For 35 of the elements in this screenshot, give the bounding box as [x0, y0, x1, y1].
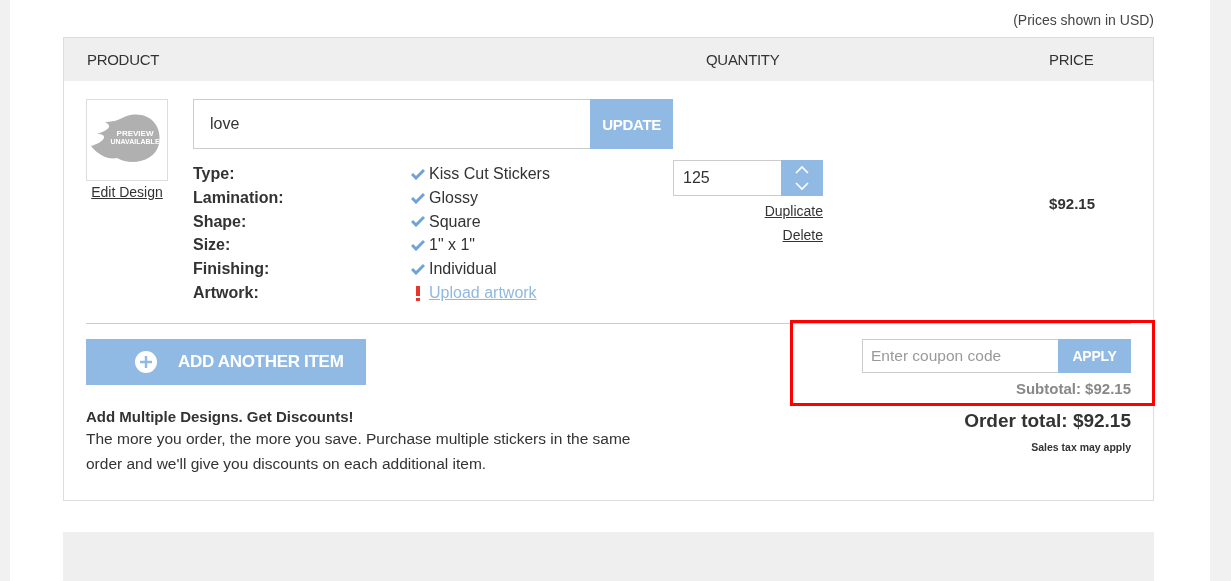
item-price: $92.15	[1048, 194, 1096, 214]
option-value: Glossy	[429, 187, 478, 208]
check-icon	[411, 167, 425, 180]
quantity-field[interactable]: 125	[673, 160, 781, 196]
subtotal: Subtotal: $92.15	[1015, 380, 1131, 397]
check-icon	[411, 191, 425, 204]
plus-icon	[134, 350, 158, 374]
promo-text: The more you order, the more you save. Purchase multiple stickers in the same order and we'll give you discounts on each additional item.	[86, 429, 632, 474]
option-label: Artwork:	[193, 283, 260, 303]
option-label: Lamination:	[193, 187, 285, 208]
option-label: Size:	[193, 235, 232, 256]
coupon-field[interactable]: Enter coupon code	[862, 339, 1058, 373]
item-action-link[interactable]: Delete	[782, 226, 823, 244]
currency-note: (Prices shown in USD)	[1012, 11, 1154, 30]
design-name-field[interactable]: love	[193, 99, 591, 149]
check-icon	[411, 215, 425, 228]
order-total: Order total: $92.15	[964, 410, 1131, 432]
chevron-icon	[794, 165, 810, 191]
promo-title: Add Multiple Designs. Get Discounts!	[86, 408, 355, 425]
option-value: Kiss Cut Stickers	[429, 164, 550, 184]
option-value: Square	[429, 211, 481, 232]
edit-design-link[interactable]: Edit Design	[86, 184, 168, 200]
check-icon	[411, 263, 425, 276]
column-header: PRODUCT	[87, 51, 161, 68]
option-label: Finishing:	[193, 259, 271, 280]
column-header: QUANTITY	[706, 51, 781, 68]
quantity-stepper[interactable]	[781, 160, 823, 196]
option-label: Shape:	[193, 211, 248, 232]
check-icon	[411, 239, 425, 252]
option-value: Individual	[429, 259, 497, 280]
column-header: PRICE	[1048, 51, 1095, 68]
tax-note: Sales tax may apply	[1031, 441, 1131, 453]
option-label: Type:	[193, 164, 236, 184]
item-action-link[interactable]: Duplicate	[764, 202, 823, 220]
option-value: 1" x 1"	[429, 235, 476, 256]
